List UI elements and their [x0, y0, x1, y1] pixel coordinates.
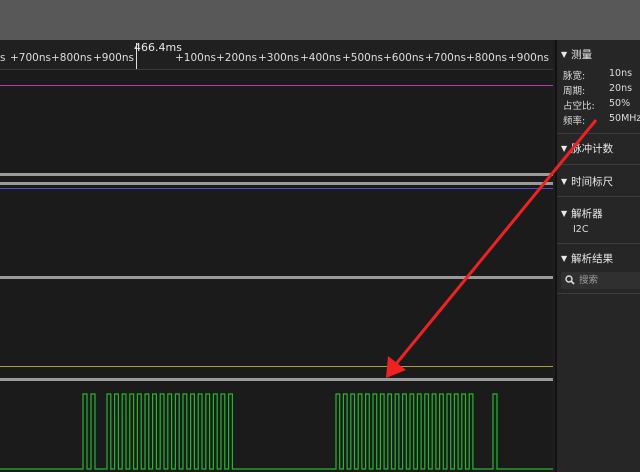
collapse-triangle-icon: ▼ [561, 144, 568, 153]
collapse-triangle-icon: ▼ [561, 209, 568, 218]
collapse-triangle-icon: ▼ [561, 50, 568, 59]
measure-header[interactable]: ▼ 测量 [561, 47, 592, 62]
waveform-view[interactable]: s +700ns +800ns +900ns +100ns +200ns +30… [0, 40, 553, 472]
collapse-triangle-icon: ▼ [561, 177, 568, 186]
pulse-count-header[interactable]: ▼ 脉冲计数 [561, 141, 613, 156]
channel-4-signal [0, 393, 553, 470]
search-input[interactable] [579, 273, 637, 287]
results-search-box[interactable] [561, 272, 640, 289]
time-ruler-header[interactable]: ▼ 时间标尺 [561, 174, 613, 189]
right-panel: ▼ 测量 脉宽: 10ns 周期: 20ns 占空比: 50% 频率: 50MHz… [555, 40, 640, 472]
section-divider [557, 293, 640, 294]
decoder-header[interactable]: ▼ 解析器 [561, 206, 603, 221]
collapse-triangle-icon: ▼ [561, 254, 568, 263]
window-titlebar [0, 0, 640, 40]
section-divider [557, 164, 640, 165]
section-divider [557, 133, 640, 134]
results-header[interactable]: ▼ 解析结果 [561, 251, 613, 266]
decoder-item-i2c[interactable]: I2C [573, 224, 588, 235]
search-icon [565, 275, 575, 285]
section-divider [557, 196, 640, 197]
section-divider [557, 243, 640, 244]
